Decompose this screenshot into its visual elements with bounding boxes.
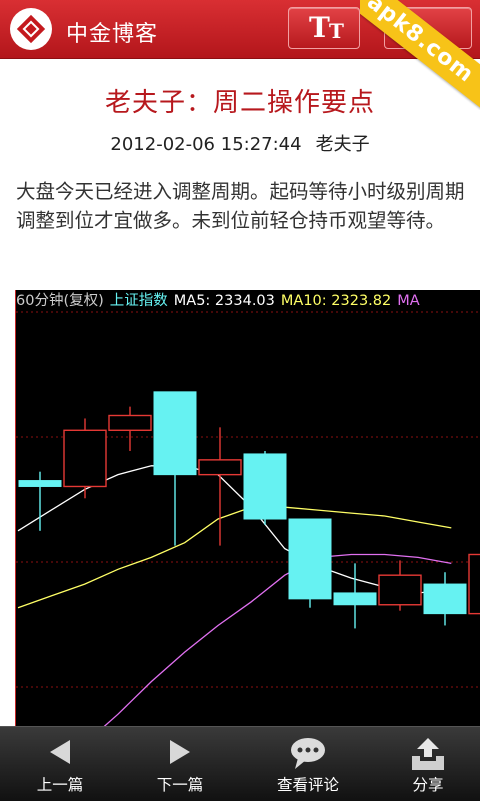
article-body: 大盘今天已经进入调整周期。起码等待小时级别周期调整到位才宜做多。未到位前轻仓持币… <box>16 180 465 232</box>
article-date: 2012-02-06 15:27:44 <box>110 134 302 155</box>
share-icon <box>368 737 480 770</box>
app-logo-icon[interactable] <box>10 8 52 50</box>
legend-ma10: MA10: 2323.82 <box>280 293 392 309</box>
share-button[interactable]: 分享 <box>368 727 480 801</box>
font-size-button[interactable]: T T <box>288 7 360 49</box>
bottom-toolbar: 上一篇 下一篇 查看评论 分享 <box>0 726 480 801</box>
candle-body-0 <box>18 480 62 487</box>
chart-legend: 60分钟(复权) 上证指数 MA5: 2334.03 MA10: 2323.82 MA <box>16 290 426 312</box>
arrow-right-icon <box>120 737 240 767</box>
next-article-button[interactable]: 下一篇 <box>120 727 240 801</box>
candle-body-8 <box>378 574 422 606</box>
candle-body-3 <box>153 391 197 476</box>
candle-body-7 <box>333 592 377 606</box>
candle-body-10 <box>468 553 480 615</box>
chart-canvas <box>16 311 480 726</box>
share-label: 分享 <box>412 776 444 794</box>
font-size-icon-small: T <box>329 19 344 43</box>
candle-body-5 <box>243 453 287 520</box>
candlestick-chart: 60分钟(复权) 上证指数 MA5: 2334.03 MA10: 2323.82 MA <box>16 290 480 726</box>
prev-article-label: 上一篇 <box>36 776 84 794</box>
candle-body-2 <box>108 414 152 431</box>
article-title: 老夫子：周二操作要点 <box>104 88 375 118</box>
legend-index: 上证指数 <box>109 293 168 309</box>
candle-body-9 <box>423 583 467 615</box>
comment-bubble-icon <box>248 737 368 769</box>
candle-body-4 <box>198 459 242 476</box>
legend-period: 60分钟(复权) <box>16 293 104 309</box>
app-title: 中金博客 <box>66 22 159 47</box>
article-meta: 2012-02-06 15:27:44 老夫子 <box>0 130 480 156</box>
prev-article-button[interactable]: 上一篇 <box>0 727 120 801</box>
view-comments-button[interactable]: 查看评论 <box>248 727 368 801</box>
legend-ma5: MA5: 2334.03 <box>173 293 275 309</box>
candle-body-1 <box>63 429 107 488</box>
candle-body-6 <box>288 518 332 600</box>
legend-ma20: MA <box>397 293 420 309</box>
arrow-left-icon <box>0 737 120 767</box>
view-comments-label: 查看评论 <box>276 776 339 794</box>
next-article-label: 下一篇 <box>156 776 204 794</box>
article-author: 老夫子 <box>315 134 370 155</box>
font-size-icon-large: T <box>309 11 330 44</box>
